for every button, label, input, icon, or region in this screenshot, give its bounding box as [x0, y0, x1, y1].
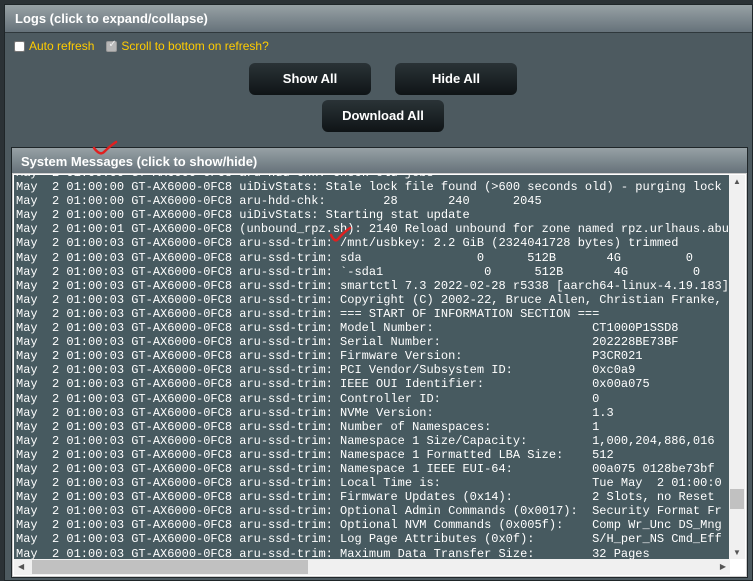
- scroll-bottom-checkbox[interactable]: [106, 39, 118, 52]
- log-line-text: May 2 01:00:00 GT-AX6000-0FC8 uiDivStats…: [16, 208, 470, 223]
- log-line: May 2 01:00:03 GT-AX6000-0FC8 aru-ssd-tr…: [16, 321, 730, 335]
- log-line-text: May 2 01:00:03 GT-AX6000-0FC8 aru-ssd-tr…: [16, 377, 593, 392]
- log-line-text: May 2 01:00:03 GT-AX6000-0FC8 aru-ssd-tr…: [16, 461, 593, 476]
- log-line-value: CT1000P1SSD8: [592, 321, 679, 336]
- system-log-textarea[interactable]: May 2 01:00:00 GT-AX6000-0FC8 aru-hdd-ch…: [12, 173, 747, 577]
- log-line-value: 1,000,204,886,016: [592, 433, 715, 448]
- log-line-text: May 2 01:00:03 GT-AX6000-0FC8 aru-ssd-tr…: [16, 306, 600, 321]
- log-line: May 2 01:00:03 GT-AX6000-0FC8 aru-ssd-tr…: [16, 547, 730, 559]
- log-line-value: 512: [592, 447, 614, 462]
- log-line: May 2 01:00:03 GT-AX6000-0FC8 aru-ssd-tr…: [16, 420, 730, 434]
- log-line-text: May 2 01:00:03 GT-AX6000-0FC8 aru-ssd-tr…: [16, 419, 593, 434]
- log-line-text: May 2 01:00:03 GT-AX6000-0FC8 aru-ssd-tr…: [16, 391, 593, 406]
- log-line: May 2 01:00:03 GT-AX6000-0FC8 aru-ssd-tr…: [16, 406, 730, 420]
- horizontal-scroll-thumb[interactable]: [32, 560, 308, 574]
- log-line-value: S/H_per_NS Cmd_Eff: [592, 532, 722, 547]
- log-line-value: 1.3: [592, 405, 614, 420]
- log-line-value: 1: [592, 419, 600, 434]
- log-line-value: Comp Wr_Unc DS_Mng: [592, 518, 722, 533]
- log-line-value: 0x00a075: [592, 377, 650, 392]
- log-line-value: 0: [592, 391, 600, 406]
- log-line-text: May 2 01:00:03 GT-AX6000-0FC8 aru-ssd-tr…: [16, 236, 679, 251]
- log-line: May 2 01:00:03 GT-AX6000-0FC8 aru-ssd-tr…: [16, 434, 730, 448]
- log-line-text: May 2 01:00:00 GT-AX6000-0FC8 aru-hdd-ch…: [16, 194, 542, 209]
- log-line: May 2 01:00:03 GT-AX6000-0FC8 aru-ssd-tr…: [16, 462, 730, 476]
- log-line-value: 202228BE73BF: [592, 335, 679, 350]
- vertical-scrollbar[interactable]: ▲ ▼: [729, 175, 745, 559]
- scroll-up-icon[interactable]: ▲: [733, 177, 741, 186]
- system-messages-header[interactable]: System Messages (click to show/hide): [12, 148, 747, 173]
- log-line: May 2 01:00:03 GT-AX6000-0FC8 aru-ssd-tr…: [16, 377, 730, 391]
- log-line: May 2 01:00:03 GT-AX6000-0FC8 aru-ssd-tr…: [16, 335, 730, 349]
- log-line: May 2 01:00:03 GT-AX6000-0FC8 aru-ssd-tr…: [16, 532, 730, 546]
- log-line-text: May 2 01:00:03 GT-AX6000-0FC8 aru-ssd-tr…: [16, 504, 593, 519]
- log-line-text: May 2 01:00:03 GT-AX6000-0FC8 aru-ssd-tr…: [16, 349, 593, 364]
- log-line-text: May 2 01:00:03 GT-AX6000-0FC8 aru-ssd-tr…: [16, 476, 593, 491]
- download-all-button[interactable]: Download All: [322, 100, 444, 132]
- log-line-text: May 2 01:00:03 GT-AX6000-0FC8 aru-ssd-tr…: [16, 546, 593, 559]
- logs-panel: Logs (click to expand/collapse) Auto ref…: [4, 4, 753, 581]
- log-line: May 2 01:00:00 GT-AX6000-0FC8 uiDivStats…: [16, 208, 730, 222]
- vertical-scroll-thumb[interactable]: [730, 489, 744, 509]
- log-line-text: May 2 01:00:01 GT-AX6000-0FC8 (unbound_r…: [16, 222, 730, 237]
- log-line-text: May 2 01:00:03 GT-AX6000-0FC8 aru-ssd-tr…: [16, 250, 693, 265]
- auto-refresh-label[interactable]: Auto refresh: [29, 39, 94, 53]
- log-line: May 2 01:00:03 GT-AX6000-0FC8 aru-ssd-tr…: [16, 307, 730, 321]
- log-line-value: 32 Pages: [592, 546, 650, 559]
- logs-panel-header[interactable]: Logs (click to expand/collapse): [5, 5, 752, 33]
- log-line-text: May 2 01:00:03 GT-AX6000-0FC8 aru-ssd-tr…: [16, 264, 701, 279]
- log-line: May 2 01:00:03 GT-AX6000-0FC8 aru-ssd-tr…: [16, 518, 730, 532]
- log-line: May 2 01:00:00 GT-AX6000-0FC8 aru-hdd-ch…: [16, 194, 730, 208]
- log-line-value: 2 Slots, no Reset: [592, 490, 715, 505]
- log-line-text: May 2 01:00:03 GT-AX6000-0FC8 aru-ssd-tr…: [16, 433, 593, 448]
- log-line: May 2 01:00:03 GT-AX6000-0FC8 aru-ssd-tr…: [16, 293, 730, 307]
- log-line-text: May 2 01:00:03 GT-AX6000-0FC8 aru-ssd-tr…: [16, 532, 593, 547]
- log-line: May 2 01:00:03 GT-AX6000-0FC8 aru-ssd-tr…: [16, 349, 730, 363]
- log-line-text: May 2 01:00:03 GT-AX6000-0FC8 aru-ssd-tr…: [16, 278, 729, 293]
- log-line-text: May 2 01:00:03 GT-AX6000-0FC8 aru-ssd-tr…: [16, 335, 593, 350]
- auto-refresh-checkbox[interactable]: [14, 40, 25, 52]
- log-line-value: 00a075 0128be73bf: [592, 461, 715, 476]
- scroll-bottom-label[interactable]: Scroll to bottom on refresh?: [121, 39, 268, 53]
- log-line: May 2 01:00:03 GT-AX6000-0FC8 aru-ssd-tr…: [16, 448, 730, 462]
- log-line: May 2 01:00:03 GT-AX6000-0FC8 aru-ssd-tr…: [16, 476, 730, 490]
- log-text-area[interactable]: May 2 01:00:00 GT-AX6000-0FC8 aru-hdd-ch…: [14, 175, 730, 559]
- log-line-text: May 2 01:00:03 GT-AX6000-0FC8 aru-ssd-tr…: [16, 292, 730, 307]
- log-line: May 2 01:00:03 GT-AX6000-0FC8 aru-ssd-tr…: [16, 236, 730, 250]
- log-line: May 2 01:00:03 GT-AX6000-0FC8 aru-ssd-tr…: [16, 392, 730, 406]
- system-messages-section: System Messages (click to show/hide) May…: [11, 147, 748, 578]
- log-line-text: May 2 01:00:03 GT-AX6000-0FC8 aru-ssd-tr…: [16, 405, 593, 420]
- scroll-down-icon[interactable]: ▼: [733, 548, 741, 557]
- hide-all-button[interactable]: Hide All: [395, 63, 517, 95]
- log-line: May 2 01:00:03 GT-AX6000-0FC8 aru-ssd-tr…: [16, 251, 730, 265]
- log-line: May 2 01:00:03 GT-AX6000-0FC8 aru-ssd-tr…: [16, 490, 730, 504]
- log-line: May 2 01:00:03 GT-AX6000-0FC8 aru-ssd-tr…: [16, 265, 730, 279]
- log-line-text: May 2 01:00:00 GT-AX6000-0FC8 uiDivStats…: [16, 180, 722, 195]
- log-line-value: Tue May 2 01:00:0: [592, 476, 722, 491]
- log-line-value: P3CR021: [592, 349, 643, 364]
- log-line-text: May 2 01:00:03 GT-AX6000-0FC8 aru-ssd-tr…: [16, 490, 593, 505]
- log-line: May 2 01:00:03 GT-AX6000-0FC8 aru-ssd-tr…: [16, 279, 730, 293]
- log-line: May 2 01:00:03 GT-AX6000-0FC8 aru-ssd-tr…: [16, 504, 730, 518]
- options-row: Auto refresh Scroll to bottom on refresh…: [14, 39, 269, 53]
- horizontal-scrollbar[interactable]: ◀ ▶: [14, 559, 730, 575]
- log-line-value: Security Format Fr: [592, 504, 722, 519]
- log-line-value: 0xc0a9: [592, 363, 636, 378]
- log-line: May 2 01:00:03 GT-AX6000-0FC8 aru-ssd-tr…: [16, 363, 730, 377]
- scroll-right-icon[interactable]: ▶: [720, 562, 726, 571]
- log-line-text: May 2 01:00:03 GT-AX6000-0FC8 aru-ssd-tr…: [16, 363, 593, 378]
- log-line-text: May 2 01:00:03 GT-AX6000-0FC8 aru-ssd-tr…: [16, 518, 593, 533]
- scroll-left-icon[interactable]: ◀: [18, 562, 24, 571]
- log-lines: May 2 01:00:00 GT-AX6000-0FC8 aru-hdd-ch…: [16, 175, 730, 559]
- log-line: May 2 01:00:00 GT-AX6000-0FC8 uiDivStats…: [16, 180, 730, 194]
- log-line: May 2 01:00:01 GT-AX6000-0FC8 (unbound_r…: [16, 222, 730, 236]
- show-all-button[interactable]: Show All: [249, 63, 371, 95]
- log-line-text: May 2 01:00:03 GT-AX6000-0FC8 aru-ssd-tr…: [16, 447, 593, 462]
- log-line-text: May 2 01:00:03 GT-AX6000-0FC8 aru-ssd-tr…: [16, 321, 593, 336]
